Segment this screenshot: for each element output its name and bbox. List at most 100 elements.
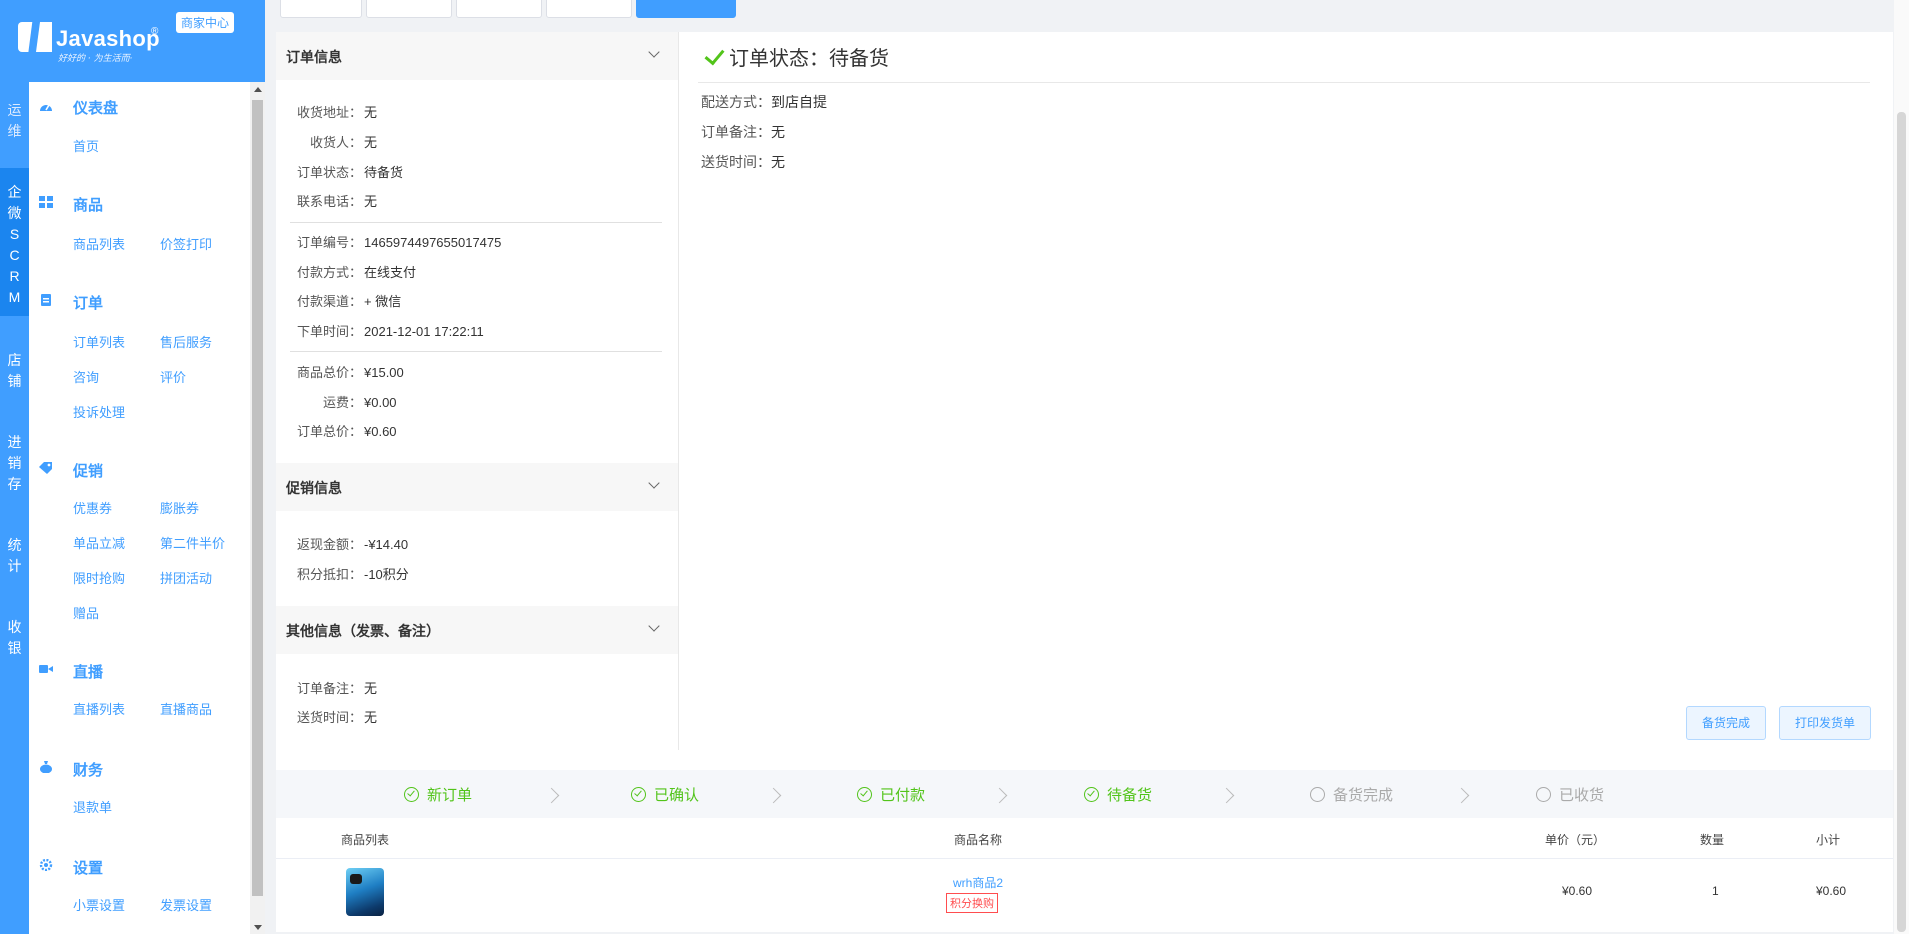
menu-group-goods[interactable]: 商品 <box>73 194 103 215</box>
section-order-info-header[interactable]: 订单信息 <box>276 32 678 80</box>
rail-item-shop[interactable]: 店铺 <box>0 350 29 392</box>
row-value: 无 <box>364 681 378 696</box>
tag-icon <box>39 462 52 474</box>
row-label: 联系电话： <box>296 194 362 209</box>
tab-2[interactable] <box>366 0 452 18</box>
menu-link-price-print[interactable]: 价签打印 <box>160 234 212 253</box>
row-value: 在线支付 <box>364 265 417 280</box>
menu-link-flash-sale[interactable]: 限时抢购 <box>73 568 125 587</box>
clipboard-icon <box>41 294 51 306</box>
menu-link-review[interactable]: 评价 <box>160 367 186 386</box>
menu-group-finance[interactable]: 财务 <box>73 759 103 780</box>
menu-group-orders[interactable]: 订单 <box>73 292 103 313</box>
menu-link-gifts[interactable]: 赠品 <box>73 603 99 622</box>
rail-item-stats[interactable]: 统计 <box>0 535 29 577</box>
info-row-pay-channel: 付款渠道： + 微信 <box>296 291 401 310</box>
section-other-info-header[interactable]: 其他信息（发票、备注） <box>276 606 678 654</box>
menu-link-refund[interactable]: 退款单 <box>73 797 112 816</box>
info-row-order-total: 订单总价： ¥0.60 <box>296 421 397 440</box>
col-goods-list: 商品列表 <box>341 833 390 847</box>
step-label: 新订单 <box>427 787 473 804</box>
menu-link-goods-list[interactable]: 商品列表 <box>73 234 125 253</box>
info-row-status: 订单状态： 待备货 <box>296 162 403 181</box>
row-label: 订单总价： <box>296 424 362 439</box>
menu-link-consult[interactable]: 咨询 <box>73 367 99 386</box>
row-label: 返现金额： <box>296 537 362 552</box>
check-circle-icon <box>631 787 646 802</box>
tab-1[interactable] <box>280 0 362 18</box>
order-status-column: 订单状态：待备货 配送方式：到店自提 订单备注：无 送货时间：无 备货完成 打印… <box>679 32 1893 750</box>
chevron-right-icon <box>543 787 560 804</box>
row-label: 积分抵扣： <box>296 567 362 582</box>
page-scroll-thumb[interactable] <box>1897 112 1906 932</box>
rail-item-ops[interactable]: 运维 <box>0 100 29 142</box>
menu-group-dashboard[interactable]: 仪表盘 <box>73 97 118 118</box>
promo-row-points: 积分抵扣： -10积分 <box>296 564 409 583</box>
row-label: 运费： <box>322 395 362 410</box>
row-value: 待备货 <box>364 165 404 180</box>
menu-link-after-sales[interactable]: 售后服务 <box>160 332 212 351</box>
menu-group-promotion[interactable]: 促销 <box>73 460 103 481</box>
goods-name-link[interactable]: wrh商品2 <box>953 874 1003 891</box>
menu-link-instant-discount[interactable]: 单品立减 <box>73 533 125 552</box>
stock-ready-button[interactable]: 备货完成 <box>1686 706 1766 740</box>
menu-link-order-list[interactable]: 订单列表 <box>73 332 125 351</box>
menu-link-second-half-price[interactable]: 第二件半价 <box>160 533 225 552</box>
col-unit-price: 单价（元） <box>1545 833 1606 847</box>
gear-icon <box>39 859 53 871</box>
circle-icon <box>1310 787 1325 802</box>
rail-item-scrm[interactable]: 企微SCRM <box>0 168 29 316</box>
scroll-down-icon[interactable] <box>254 925 262 930</box>
info-row-order-no: 订单编号： 1465974497655017475 <box>296 232 501 251</box>
row-label: 付款方式： <box>296 265 362 280</box>
row-value: 无 <box>364 194 378 209</box>
tab-bar <box>265 0 1909 18</box>
rail-item-inventory[interactable]: 进销存 <box>0 432 29 495</box>
info-row-order-time: 下单时间： 2021-12-01 17:22:11 <box>296 321 484 340</box>
menu-link-invoice-settings[interactable]: 发票设置 <box>160 895 212 914</box>
chevron-right-icon <box>1453 787 1470 804</box>
row-label: 收货地址： <box>296 105 362 120</box>
step-label: 已付款 <box>880 787 926 804</box>
menu-link-coupons[interactable]: 优惠券 <box>73 498 112 517</box>
rail-item-cashier[interactable]: 收银 <box>0 617 29 659</box>
order-info-column: 订单信息 收货地址：无 收货人：无 订单状态： 待备货 联系电话：无 订单编号： 1… <box>276 32 679 750</box>
row-value: 2021-12-01 17:22:11 <box>364 324 484 339</box>
step-new-order: 新订单 <box>404 784 472 805</box>
divider <box>290 222 662 223</box>
section-promo-info-header[interactable]: 促销信息 <box>276 463 678 511</box>
col-goods-name: 商品名称 <box>954 833 1003 847</box>
sidebar-menu: 仪表盘 首页 商品 商品列表 价签打印 订单 订单列表 售后服务 咨询 评价 投… <box>29 82 265 934</box>
menu-group-settings[interactable]: 设置 <box>73 857 103 878</box>
row-label: 送货时间： <box>701 154 771 170</box>
tab-active[interactable] <box>636 0 736 18</box>
menu-link-live-goods[interactable]: 直播商品 <box>160 699 212 718</box>
check-icon <box>704 44 725 66</box>
row-label: 付款渠道： <box>296 294 362 309</box>
menu-link-group-buy[interactable]: 拼团活动 <box>160 568 212 587</box>
print-shipping-slip-button[interactable]: 打印发货单 <box>1779 706 1871 740</box>
merchant-center-badge[interactable]: 商家中心 <box>176 12 235 33</box>
cell-subtotal: ¥0.60 <box>1816 884 1847 898</box>
menu-group-live[interactable]: 直播 <box>73 661 103 682</box>
brand-header: Javashop ® 好好的 · 为生活而· 商家中心 <box>0 0 265 82</box>
info-row-phone: 联系电话：无 <box>296 191 377 210</box>
menu-link-expand-coupons[interactable]: 膨胀券 <box>160 498 199 517</box>
menu-link-live-list[interactable]: 直播列表 <box>73 699 125 718</box>
tab-4[interactable] <box>546 0 632 18</box>
goods-thumbnail[interactable] <box>346 868 384 916</box>
sidebar-scroll-thumb[interactable] <box>252 100 263 896</box>
sidebar-scrollbar[interactable] <box>250 82 265 934</box>
scroll-up-icon[interactable] <box>254 87 262 92</box>
menu-link-complaints[interactable]: 投诉处理 <box>73 402 125 421</box>
check-circle-icon <box>1084 787 1099 802</box>
tab-3[interactable] <box>456 0 542 18</box>
module-rail: 运维 企微SCRM 店铺 进销存 统计 收银 <box>0 0 29 934</box>
menu-link-home[interactable]: 首页 <box>73 136 99 155</box>
page-scrollbar[interactable] <box>1894 0 1909 934</box>
check-circle-icon <box>857 787 872 802</box>
row-label: 配送方式： <box>701 94 771 110</box>
table-row: wrh商品2 积分换购 ¥0.60 1 ¥0.60 <box>276 858 1893 932</box>
promo-row-cashback: 返现金额： -¥14.40 <box>296 534 408 553</box>
menu-link-receipt-settings[interactable]: 小票设置 <box>73 895 125 914</box>
